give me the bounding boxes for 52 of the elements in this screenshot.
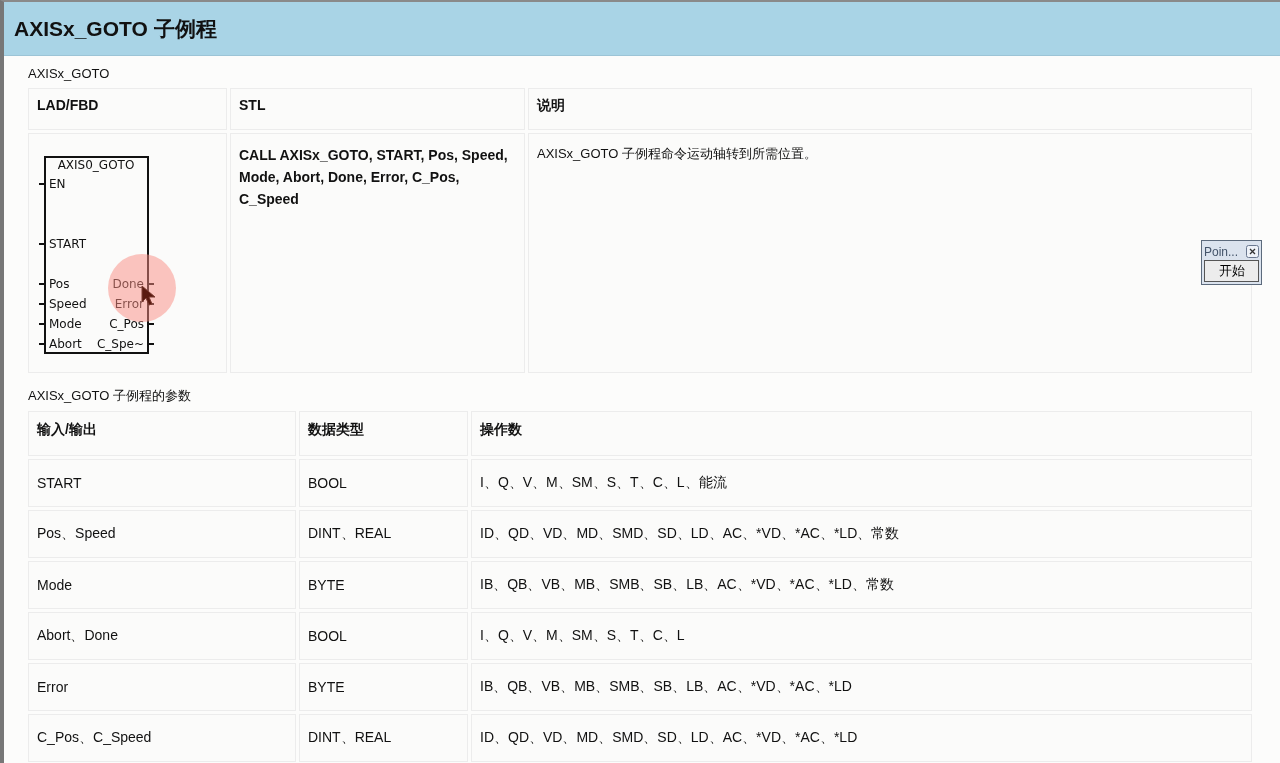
- cell-text: I、Q、V、M、SM、S、T、C、L: [480, 627, 685, 645]
- cell-text: IB、QB、VB、MB、SMB、SB、LB、AC、*VD、*AC、*LD、常数: [480, 576, 894, 594]
- cell-text: BYTE: [308, 577, 345, 593]
- close-icon[interactable]: [1246, 245, 1259, 258]
- cell-text: Pos、Speed: [37, 525, 116, 543]
- column-header-text: LAD/FBD: [37, 97, 99, 113]
- cell-text: BYTE: [308, 679, 345, 695]
- pin-line: [38, 243, 46, 245]
- cell-text: Abort、Done: [37, 627, 118, 645]
- pin-label: EN: [49, 177, 66, 191]
- pin-label: Abort: [49, 337, 82, 351]
- column-header-text: 输入/输出: [37, 421, 97, 437]
- pin-line: [38, 343, 46, 345]
- cell-text: BOOL: [308, 628, 347, 644]
- pin-line: [147, 283, 155, 285]
- pin-line: [38, 283, 46, 285]
- pin-label: START: [49, 237, 87, 251]
- block-title: AXIS0_GOTO: [57, 158, 135, 172]
- cell-text: BOOL: [308, 475, 347, 491]
- cell-text: C_Pos、C_Speed: [37, 729, 152, 747]
- cell-text: DINT、REAL: [308, 525, 392, 543]
- column-header-text: STL: [239, 97, 266, 113]
- cell-text: ID、QD、VD、MD、SMD、SD、LD、AC、*VD、*AC、*LD、常数: [480, 525, 900, 543]
- pin-label: C_Spe~: [96, 337, 144, 351]
- pin-label: Pos: [49, 277, 70, 291]
- column-header-text: 数据类型: [308, 421, 364, 437]
- popup-title: Poin...: [1204, 244, 1239, 259]
- cell-text: I、Q、V、M、SM、S、T、C、L、能流: [480, 474, 727, 492]
- section-caption: AXISx_GOTO: [28, 66, 111, 81]
- pin-line: [38, 303, 46, 305]
- cell-text: Mode: [37, 577, 73, 593]
- pin-label: Done: [112, 277, 144, 291]
- page-title: AXISx_GOTO 子例程: [14, 15, 217, 42]
- start-button[interactable]: 开始: [1204, 260, 1259, 282]
- stl-code: CALL AXISx_GOTO, START, Pos, Speed, Mode, Abort, Done, Error, C_Pos, C_Speed: [239, 146, 509, 209]
- pin-line: [38, 323, 46, 325]
- column-header-text: 说明: [537, 97, 565, 113]
- cell-text: ID、QD、VD、MD、SMD、SD、LD、AC、*VD、*AC、*LD: [480, 729, 858, 747]
- cell-text: IB、QB、VB、MB、SMB、SB、LB、AC、*VD、*AC、*LD: [480, 678, 852, 696]
- column-header-text: 操作数: [480, 421, 522, 437]
- cell-text: DINT、REAL: [308, 729, 392, 747]
- cell-text: START: [37, 475, 82, 491]
- pin-line: [147, 343, 155, 345]
- pin-line: [147, 323, 155, 325]
- description-text: AXISx_GOTO 子例程命令运动轴转到所需位置。: [537, 146, 817, 161]
- pin-line: [38, 183, 46, 185]
- pin-label: C_Pos: [109, 317, 144, 331]
- pin-label: Error: [114, 297, 144, 311]
- pin-label: Mode: [49, 317, 82, 331]
- cell-text: Error: [37, 679, 69, 695]
- pin-label: Speed: [49, 297, 87, 311]
- section-caption: AXISx_GOTO 子例程的参数: [28, 387, 192, 405]
